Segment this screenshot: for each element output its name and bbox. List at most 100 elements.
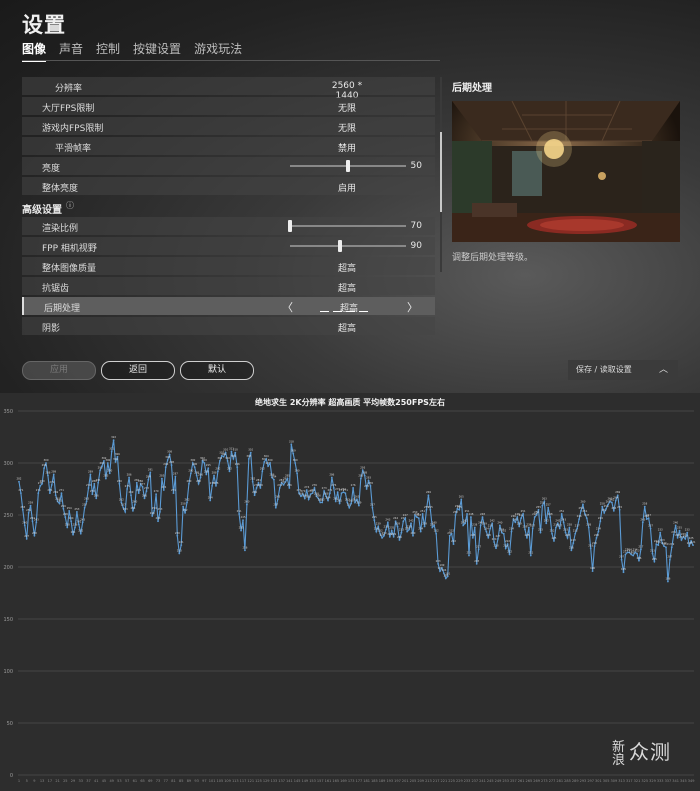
setting-row[interactable]: 游戏内FPS限制 无限 <box>22 117 435 135</box>
x-tick-label: 65 <box>140 779 144 783</box>
x-tick-label: 309 <box>611 779 618 783</box>
data-point <box>164 466 167 469</box>
data-label: 308 <box>167 450 172 454</box>
x-tick-label: 5 <box>26 779 28 783</box>
data-label: 238 <box>586 522 591 526</box>
data-point <box>79 532 82 535</box>
data-label: 271 <box>47 488 52 492</box>
data-label: 269 <box>129 490 134 494</box>
data-point <box>147 478 150 481</box>
data-point <box>560 513 563 515</box>
chevron-left-icon[interactable]: 〈 <box>282 299 293 315</box>
chevron-right-icon[interactable]: 〉 <box>407 299 418 315</box>
x-tick-label: 245 <box>487 779 494 783</box>
setting-label: 高级设置 <box>22 205 62 216</box>
data-label: 300 <box>105 458 110 462</box>
info-icon[interactable]: ⓘ <box>66 200 74 211</box>
setting-slider[interactable] <box>288 220 406 232</box>
data-point <box>585 517 588 520</box>
setting-row[interactable]: 平滑帧率 禁用 <box>22 137 435 155</box>
data-point <box>143 497 146 500</box>
data-point <box>435 532 438 535</box>
data-label: 186 <box>665 577 670 581</box>
x-tick-label: 53 <box>117 779 121 783</box>
data-label: 293 <box>360 465 365 469</box>
data-point <box>568 526 571 529</box>
preview-description: 调整后期处理等级。 <box>452 253 534 263</box>
data-label: 221 <box>179 540 184 544</box>
back-button[interactable]: 返回 <box>101 361 175 380</box>
slider-handle[interactable] <box>346 160 350 172</box>
data-point <box>27 512 30 514</box>
data-label: 248 <box>548 512 553 516</box>
setting-row[interactable]: FPP 相机视野 90 <box>22 237 435 255</box>
data-label: 292 <box>227 466 232 470</box>
x-tick-label: 153 <box>309 779 316 783</box>
data-label: 254 <box>67 506 72 510</box>
tab-3[interactable]: 按键设置 <box>133 40 181 62</box>
setting-slider[interactable] <box>290 160 406 172</box>
tab-4[interactable]: 游戏玩法 <box>194 40 242 62</box>
data-label: 318 <box>289 439 294 443</box>
setting-row[interactable]: 后期处理 超高 〈 〉 <box>22 297 435 315</box>
slider-handle[interactable] <box>288 220 292 232</box>
data-point <box>247 457 250 460</box>
setting-value: 50 <box>410 161 422 171</box>
data-point <box>386 521 389 524</box>
x-tick-label: 249 <box>495 779 502 783</box>
tab-2[interactable]: 控制 <box>96 40 120 62</box>
data-point <box>224 451 227 454</box>
setting-row[interactable]: 渲染比例 70 <box>22 217 435 235</box>
data-point <box>487 536 490 539</box>
data-point <box>481 516 484 518</box>
x-tick-label: 133 <box>271 779 278 783</box>
apply-button[interactable]: 应用 <box>22 361 96 380</box>
data-label: 260 <box>244 500 249 504</box>
x-tick-label: 85 <box>179 779 183 783</box>
data-label: 227 <box>683 534 688 538</box>
preview-title: 后期处理 <box>452 83 492 94</box>
data-label: 235 <box>677 526 682 530</box>
data-point <box>245 503 248 506</box>
data-point <box>74 526 76 529</box>
tab-0[interactable]: 图像 <box>22 40 47 62</box>
data-point <box>242 519 244 522</box>
data-label: 211 <box>528 551 533 555</box>
save-load-settings-button[interactable]: 保存 / 读取设置 ︿ <box>568 360 678 380</box>
data-label: 270 <box>90 489 95 493</box>
data-label: 300 <box>44 458 49 462</box>
scrollbar-thumb[interactable] <box>440 132 442 212</box>
data-label: 274 <box>161 485 166 489</box>
data-point <box>493 541 495 543</box>
data-label: 232 <box>78 529 83 533</box>
level-dot <box>320 311 329 312</box>
data-point <box>645 518 648 521</box>
setting-row[interactable]: 整体图像质量 超高 <box>22 257 435 275</box>
data-label: 247 <box>416 513 421 517</box>
data-point <box>653 560 656 563</box>
tab-1[interactable]: 声音 <box>59 40 83 62</box>
setting-row[interactable]: 阴影 超高 <box>22 317 435 335</box>
data-label: 296 <box>192 462 197 466</box>
setting-row[interactable]: 整体亮度 启用 <box>22 177 435 195</box>
default-button[interactable]: 默认 <box>180 361 254 380</box>
data-label: 300 <box>268 458 273 462</box>
data-point <box>234 451 237 454</box>
data-label: 276 <box>258 483 263 487</box>
data-point <box>87 487 90 489</box>
data-label: 304 <box>231 454 236 458</box>
data-label: 286 <box>127 473 132 477</box>
data-label: 292 <box>215 466 220 470</box>
data-point <box>253 494 256 497</box>
setting-row[interactable]: 抗锯齿 超高 <box>22 277 435 295</box>
section-header: 高级设置 ⓘ <box>22 197 435 216</box>
x-tick-label: 61 <box>133 779 137 783</box>
settings-scrollbar[interactable] <box>440 77 442 272</box>
setting-row[interactable]: 分辨率 2560 * 1440 <box>22 77 435 101</box>
setting-slider[interactable] <box>290 240 406 252</box>
data-label: 269 <box>615 490 620 494</box>
slider-handle[interactable] <box>337 240 342 252</box>
setting-row[interactable]: 亮度 50 <box>22 157 435 175</box>
setting-row[interactable]: 大厅FPS限制 无限 <box>22 97 435 115</box>
x-tick-label: 237 <box>471 779 478 783</box>
